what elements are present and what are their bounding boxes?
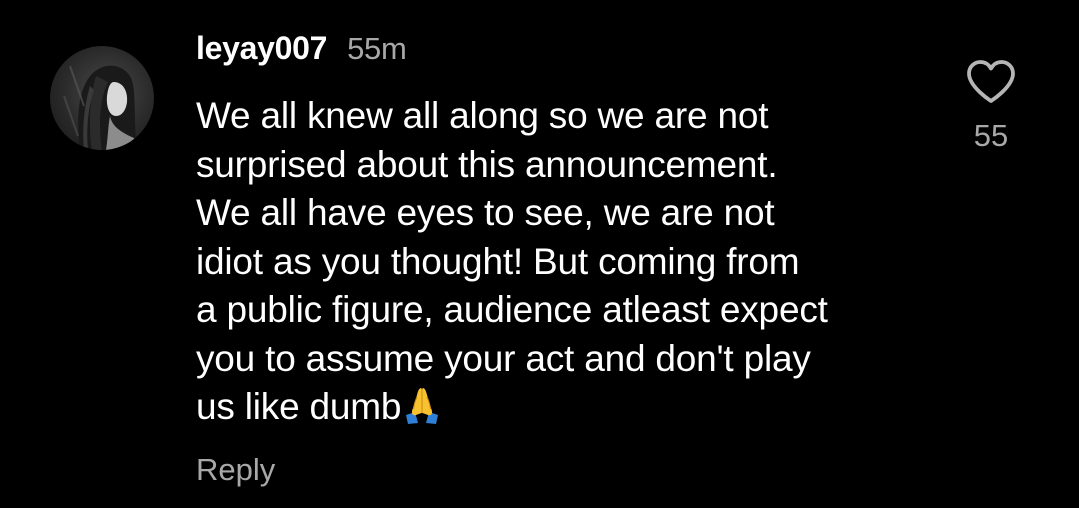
comment-text-last-line: us like dumb: [196, 383, 936, 438]
comment-header: leyay007 55m: [196, 30, 407, 70]
like-count: 55: [973, 118, 1009, 153]
comment-text-line: us like dumb: [196, 386, 402, 427]
comment-row: leyay007 55m We all knew all along so we…: [0, 0, 1079, 508]
heart-outline-icon: [967, 60, 1015, 103]
username[interactable]: leyay007: [196, 30, 327, 67]
comment-text-line: surprised about this announcement.: [196, 143, 778, 185]
comment-text-line: We all knew all along so we are not: [196, 95, 769, 136]
comment-text-line: idiot as you thought! But coming from: [196, 240, 800, 282]
comment-text-line: We all have eyes to see, we are not: [196, 192, 775, 233]
comment-text: We all knew all along so we are not surp…: [196, 92, 936, 438]
avatar-photo-icon: [63, 65, 138, 150]
reply-button[interactable]: Reply: [196, 452, 275, 488]
comment-text-line: you to assume your act and don't play: [196, 337, 811, 379]
timestamp: 55m: [347, 31, 407, 66]
folded-hands-emoji-icon: [403, 385, 441, 438]
like-button[interactable]: [964, 58, 1018, 106]
avatar[interactable]: [50, 46, 154, 150]
comment-text-line: a public figure, audience atleast expect: [196, 289, 828, 330]
